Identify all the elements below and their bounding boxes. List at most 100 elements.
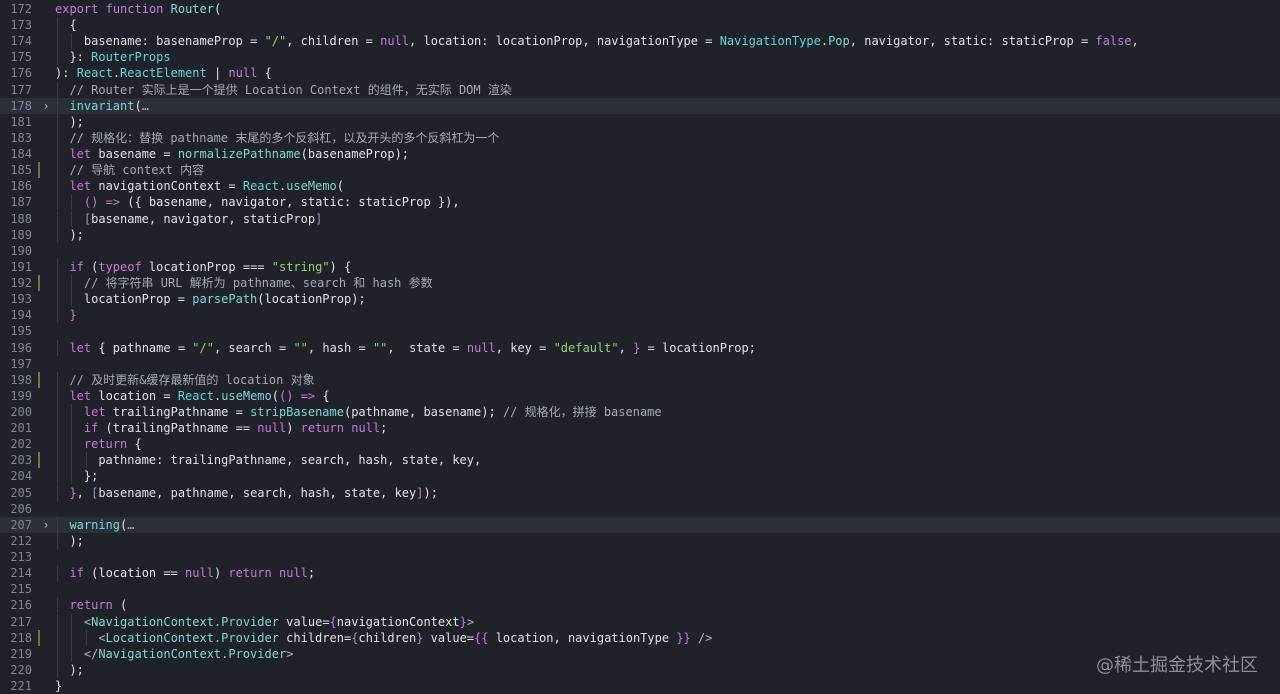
indent-guide <box>57 97 58 114</box>
line-number: 213 <box>10 550 32 565</box>
code-line[interactable]: 175}: RouterProps <box>0 49 1280 66</box>
indent-guide <box>71 194 73 211</box>
line-number: 185 <box>10 163 32 178</box>
code-line[interactable]: 193 locationProp = parsePath(locationProp… <box>0 291 1280 308</box>
code-text: // Router 实际上是一个提供 Location Context 的组件，… <box>69 82 512 97</box>
line-number: 186 <box>10 179 32 194</box>
code-line[interactable]: 194} <box>0 307 1280 324</box>
code-text: }, [basename, pathname, search, hash, st… <box>69 485 438 500</box>
code-text: return { <box>83 437 142 452</box>
code-line[interactable]: 184 let basename = normalizePathname(base… <box>0 146 1280 163</box>
code-line[interactable]: 181); <box>0 113 1280 130</box>
git-change-marker <box>38 629 40 646</box>
line-number: 172 <box>10 2 32 16</box>
code-text: // 规格化：替换 pathname 末尾的多个反斜杠，以及开头的多个反斜杠为一… <box>69 130 500 145</box>
code-line[interactable]: 177 // Router 实际上是一个提供 Location Context 的… <box>0 81 1280 98</box>
code-text: let navigationContext = React.useMemo( <box>69 179 345 194</box>
code-line[interactable]: 172 export function Router( <box>0 1 1280 17</box>
line-number: 221 <box>10 679 32 694</box>
code-line[interactable]: 216 return ( <box>0 597 1280 614</box>
indent-guide <box>57 17 58 34</box>
code-line[interactable]: 202 return { <box>0 436 1280 453</box>
code-editor[interactable]: 172 export function Router(173 {174 basenam… <box>0 0 1280 694</box>
code-line[interactable]: 198 // 及时更新&缓存最新值的 location 对象 <box>0 371 1280 388</box>
line-number: 189 <box>10 227 32 242</box>
line-number: 183 <box>10 130 32 145</box>
code-line[interactable]: 173 { <box>0 17 1280 34</box>
code-text: ); <box>69 114 84 129</box>
code-line[interactable]: 197 <box>0 356 1280 372</box>
code-line[interactable]: 221} <box>0 678 1280 694</box>
code-line[interactable]: 199 let location = React.useMemo(() => { <box>0 387 1280 404</box>
indent-guide <box>57 129 58 146</box>
code-text: { <box>69 18 77 33</box>
code-line[interactable]: 196 let { pathname = "/", search = "", ha… <box>0 339 1280 356</box>
code-text: <NavigationContext.Provider value={navig… <box>83 614 475 629</box>
git-change-marker <box>38 452 40 469</box>
code-text: // 将字符串 URL 解析为 pathname、search 和 hash 参… <box>83 276 433 291</box>
code-line[interactable]: 185 // 导航 context 内容 <box>0 162 1280 179</box>
indent-guide <box>57 387 58 404</box>
code-line[interactable]: 201 if (trailingPathname == null) return … <box>0 420 1280 437</box>
indent-guide <box>57 162 58 179</box>
indent-guide <box>85 629 87 646</box>
line-number: 203 <box>10 453 32 468</box>
code-line[interactable]: 203 pathname: trailingPathname, search, h… <box>0 452 1280 469</box>
code-text: if (location == null) return null; <box>69 566 316 581</box>
code-line[interactable]: 213 <box>0 549 1280 565</box>
line-number: 202 <box>10 437 32 452</box>
indent-guide <box>57 226 58 243</box>
code-line[interactable]: 189); <box>0 226 1280 243</box>
indent-guide <box>57 516 58 533</box>
fold-chevron-icon[interactable]: › <box>40 517 52 533</box>
code-line[interactable]: 206 <box>0 501 1280 517</box>
code-line[interactable]: 219 </NavigationContext.Provider> <box>0 645 1280 662</box>
code-line[interactable]: 204}; <box>0 468 1280 485</box>
line-number: 207 <box>10 517 32 532</box>
code-line[interactable]: 214 if (location == null) return null; <box>0 565 1280 582</box>
line-number: 177 <box>10 82 32 97</box>
line-number: 201 <box>10 421 32 436</box>
code-line[interactable]: 183 // 规格化：替换 pathname 末尾的多个反斜杠，以及开头的多个反斜… <box>0 129 1280 146</box>
code-line[interactable]: 212); <box>0 532 1280 549</box>
code-line[interactable]: 176): React.ReactElement | null { <box>0 65 1280 81</box>
fold-chevron-icon[interactable]: › <box>40 98 52 114</box>
line-number: 191 <box>10 259 32 274</box>
code-line[interactable]: 205}, [basename, pathname, search, hash,… <box>0 484 1280 501</box>
code-line[interactable]: 207 › warning(… <box>0 516 1280 533</box>
code-text: if (trailingPathname == null) return nul… <box>83 421 388 436</box>
line-number: 219 <box>10 646 32 661</box>
indent-guide <box>71 645 73 662</box>
indent-guide <box>57 258 58 275</box>
indent-guide <box>71 210 73 227</box>
code-line[interactable]: 195 <box>0 323 1280 339</box>
code-line[interactable]: 220); <box>0 661 1280 678</box>
indent-guide <box>71 613 73 630</box>
line-number: 217 <box>10 614 32 629</box>
git-change-marker <box>38 162 40 179</box>
indent-guide <box>57 371 58 388</box>
code-line[interactable]: 188 [basename, navigator, staticProp] <box>0 210 1280 227</box>
indent-guide <box>57 661 58 678</box>
line-number: 200 <box>10 405 32 419</box>
code-line[interactable]: 218 <LocationContext.Provider children={c… <box>0 629 1280 646</box>
indent-guide <box>57 291 58 308</box>
code-line[interactable]: 187 () => ({ basename, navigator, static:… <box>0 194 1280 211</box>
code-line[interactable]: 215 <box>0 581 1280 597</box>
indent-guide <box>71 33 73 50</box>
code-line[interactable]: 174 basename: basenameProp = "/", childre… <box>0 33 1280 50</box>
line-number: 216 <box>10 598 32 613</box>
line-number: 190 <box>10 243 32 258</box>
line-number: 173 <box>10 18 32 33</box>
code-line[interactable]: 192 // 将字符串 URL 解析为 pathname、search 和 has… <box>0 275 1280 292</box>
code-line[interactable]: 178 › invariant(… <box>0 97 1280 114</box>
code-line[interactable]: 200 let trailingPathname = stripBasename(… <box>0 404 1280 420</box>
line-number: 215 <box>10 582 32 597</box>
code-line[interactable]: 190 <box>0 243 1280 259</box>
code-text: let { pathname = "/", search = "", hash … <box>69 340 756 355</box>
code-line[interactable]: 217 <NavigationContext.Provider value={na… <box>0 613 1280 630</box>
code-line[interactable]: 186 let navigationContext = React.useMemo… <box>0 178 1280 195</box>
indent-guide <box>57 629 58 646</box>
code-line[interactable]: 191 if (typeof locationProp === "string")… <box>0 258 1280 275</box>
indent-guide <box>57 532 58 549</box>
